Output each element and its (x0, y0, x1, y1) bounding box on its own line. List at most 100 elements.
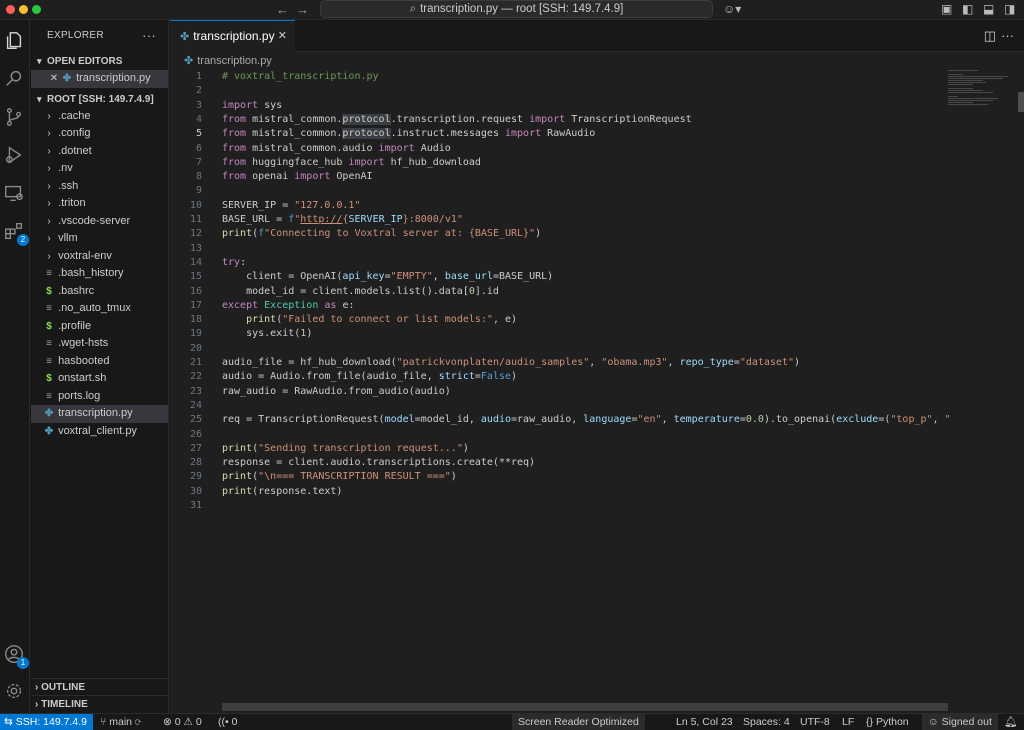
shell-file-icon: $ (46, 320, 52, 332)
back-arrow-icon[interactable]: ← (276, 2, 289, 17)
search-icon: ⌕ (409, 3, 417, 15)
minimize-window-button[interactable] (19, 5, 28, 14)
tree-file-label: ports.log (58, 389, 101, 402)
tree-file[interactable]: $ .profile (31, 318, 168, 336)
tree-file-label: hasbooted (58, 354, 110, 367)
timeline-section[interactable]: › TIMELINE (31, 695, 169, 712)
forward-arrow-icon[interactable]: → (296, 2, 309, 17)
tree-file[interactable]: ✤ voxtral_client.py (31, 423, 168, 441)
split-editor-icon[interactable]: ◫ (984, 28, 996, 44)
python-file-icon: ✤ (44, 425, 54, 437)
chevron-right-icon: › (47, 145, 51, 157)
toggle-secondary-sidebar-icon[interactable]: ◨ (1004, 2, 1015, 16)
python-file-icon: ✤ (180, 31, 190, 43)
tree-folder[interactable]: › .ssh (31, 178, 168, 196)
timeline-title: TIMELINE (41, 699, 88, 710)
braces-icon: {} (866, 716, 874, 728)
open-editors-section[interactable]: ▾ OPEN EDITORS (31, 52, 168, 70)
tree-file-label: .bashrc (58, 284, 95, 297)
tree-folder[interactable]: › .nv (31, 160, 168, 178)
explorer-title: EXPLORER (47, 30, 104, 41)
chevron-down-icon: ▾ (37, 56, 42, 66)
notifications-icon[interactable]: 🔔︎ (1004, 714, 1017, 730)
accounts-icon[interactable]: 1 (3, 643, 29, 669)
end-of-line[interactable]: LF (842, 714, 854, 730)
vertical-scrollbar[interactable] (1018, 92, 1024, 112)
broadcast-icon: ((• (218, 716, 229, 728)
tree-file[interactable]: ≡ hasbooted (31, 353, 168, 371)
close-icon[interactable]: ✕ (47, 70, 61, 88)
tree-folder[interactable]: › .vscode-server (31, 213, 168, 231)
chevron-right-icon: › (47, 250, 51, 262)
git-branch[interactable]: ⑂ main ⟳ (100, 714, 141, 730)
tree-file-label: .profile (58, 319, 92, 332)
tree-file[interactable]: ≡ ports.log (31, 388, 168, 406)
source-control-icon[interactable] (3, 106, 27, 130)
more-actions-icon[interactable]: ··· (142, 20, 156, 52)
extensions-icon[interactable]: 2 (3, 220, 29, 246)
open-editor-label: transcription.py (76, 72, 151, 84)
search-icon[interactable] (3, 68, 27, 92)
chevron-right-icon: › (47, 215, 51, 227)
close-icon[interactable]: ✕ (278, 21, 287, 52)
tree-file[interactable]: ≡ .bash_history (31, 265, 168, 283)
copilot-icon[interactable]: ☺▾ (723, 2, 741, 16)
cursor-position[interactable]: Ln 5, Col 23 (676, 714, 733, 730)
explorer-sidebar: EXPLORER ··· ▾ OPEN EDITORS ✕ ✤ transcript… (31, 20, 169, 713)
chevron-down-icon: ▾ (37, 93, 42, 104)
screen-reader-indicator[interactable]: Screen Reader Optimized (512, 714, 645, 730)
ports-indicator[interactable]: ((• 0 (218, 714, 237, 730)
toggle-sidebar-icon[interactable]: ◧ (962, 2, 973, 16)
remote-explorer-icon[interactable] (3, 182, 27, 206)
warning-count: 0 (195, 716, 202, 728)
command-center[interactable]: ⌕ transcription.py — root [SSH: 149.7.4.9… (320, 0, 713, 18)
tab-transcription[interactable]: ✤ transcription.py ✕ (170, 20, 295, 52)
explorer-icon[interactable] (3, 30, 27, 54)
tree-folder[interactable]: › voxtral-env (31, 248, 168, 266)
text-file-icon: ≡ (46, 338, 52, 349)
remote-indicator[interactable]: ⇆ SSH: 149.7.4.9 (0, 714, 93, 730)
gear-icon[interactable] (3, 680, 27, 704)
indentation[interactable]: Spaces: 4 (743, 714, 790, 730)
tree-folder[interactable]: › vllm (31, 230, 168, 248)
breadcrumb[interactable]: ✤ transcription.py (170, 52, 1024, 70)
code-editor[interactable]: 1 # voxtral_transcription.py 2 3 import sy… (170, 70, 950, 700)
minimap[interactable] (948, 70, 1018, 120)
tree-folder[interactable]: › .config (31, 125, 168, 143)
status-bar: ⇆ SSH: 149.7.4.9 ⑂ main ⟳ ⊗ 0 ⚠ 0 ((• 0 … (0, 713, 1024, 730)
tree-file[interactable]: $ onstart.sh (31, 370, 168, 388)
language-mode[interactable]: {} Python (866, 714, 909, 730)
file-tree: › .cache › .config › .dotnet › .nv › .ss… (31, 108, 168, 441)
customize-layout-icon[interactable]: ▣ (941, 2, 952, 16)
tree-file[interactable]: ≡ .wget-hsts (31, 335, 168, 353)
encoding[interactable]: UTF-8 (800, 714, 830, 730)
error-icon: ⊗ (163, 716, 172, 728)
toggle-panel-icon[interactable]: ⬓ (983, 2, 994, 16)
tree-file[interactable]: $ .bashrc (31, 283, 168, 301)
error-count: 0 (174, 716, 181, 728)
more-actions-icon[interactable]: ··· (1001, 28, 1014, 43)
tree-file[interactable]: ✤ transcription.py (31, 405, 168, 423)
text-file-icon: ≡ (46, 303, 52, 314)
horizontal-scrollbar[interactable] (222, 703, 948, 711)
close-window-button[interactable] (6, 5, 15, 14)
text-file-icon: ≡ (46, 268, 52, 279)
outline-section[interactable]: › OUTLINE (31, 678, 169, 695)
command-center-label: transcription.py — root [SSH: 149.7.4.9] (420, 3, 624, 15)
ports-count: 0 (231, 716, 238, 728)
tree-folder[interactable]: › .cache (31, 108, 168, 126)
tree-folder[interactable]: › .triton (31, 195, 168, 213)
problems-indicator[interactable]: ⊗ 0 ⚠ 0 (163, 714, 202, 730)
zoom-window-button[interactable] (32, 5, 41, 14)
shell-file-icon: $ (46, 373, 52, 384)
open-editor-item[interactable]: ✕ ✤ transcription.py (31, 70, 168, 88)
root-folder-section[interactable]: ▾ ROOT [SSH: 149.7.4.9] (31, 90, 168, 108)
tree-folder-label: .dotnet (58, 144, 92, 157)
run-debug-icon[interactable] (3, 144, 27, 168)
chevron-right-icon: › (47, 198, 51, 209)
account-status[interactable]: ☺ Signed out (922, 714, 998, 730)
tree-folder[interactable]: › .dotnet (31, 143, 168, 161)
sync-icon[interactable]: ⟳ (135, 716, 141, 728)
tree-file[interactable]: ≡ .no_auto_tmux (31, 300, 168, 318)
tab-label: transcription.py (193, 29, 275, 43)
